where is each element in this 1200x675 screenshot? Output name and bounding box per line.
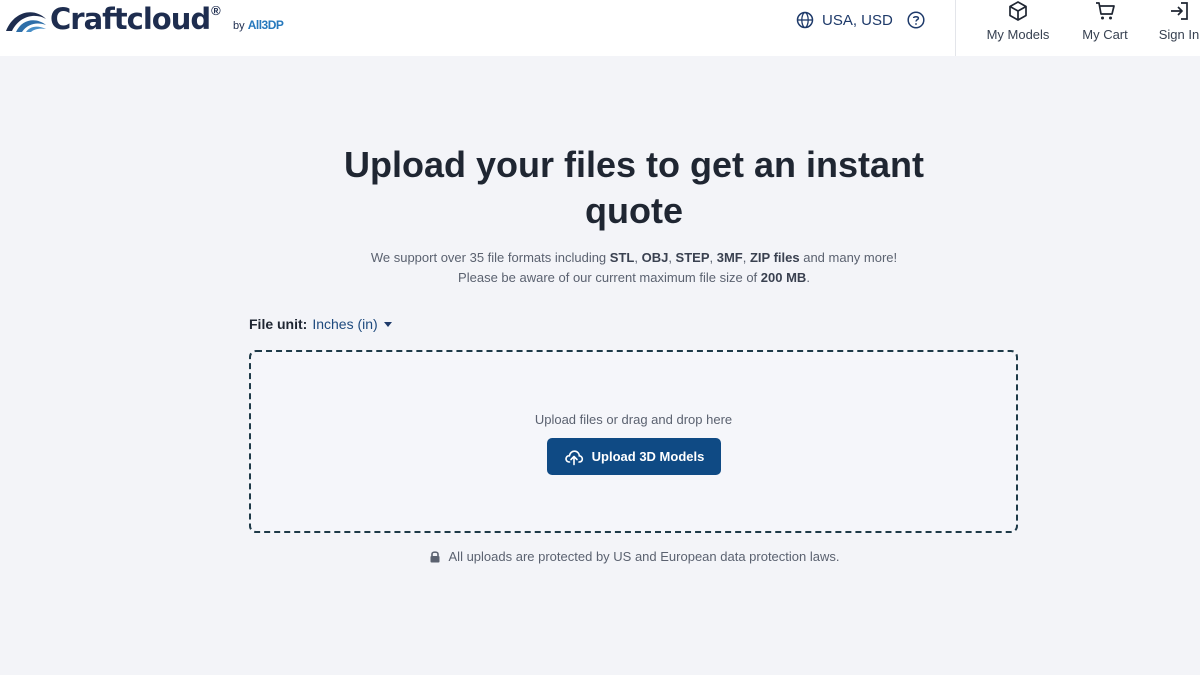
globe-icon [796,11,814,29]
cube-icon [1009,1,1027,21]
max-file-size: 200 MB [760,270,807,285]
supported-formats-info: We support over 35 file formats includin… [250,248,1018,288]
cart-icon [1096,2,1115,20]
upload-3d-models-button[interactable]: Upload 3D Models [547,438,721,475]
nav-my-cart-label: My Cart [1082,27,1128,42]
nav-sign-in[interactable]: Sign In [1154,0,1200,56]
formats-separator: , [668,250,676,265]
logo-text: Craftcloud [50,2,211,36]
page-title: Upload your files to get an instant quot… [343,144,925,231]
file-dropzone[interactable]: Upload files or drag and drop here Uploa… [249,350,1018,533]
formats-separator: , [709,250,717,265]
nav-my-models[interactable]: My Models [981,0,1055,56]
craftcloud-logo[interactable]: Craftcloud ® [4,2,221,36]
file-unit-dropdown[interactable]: Inches (in) [312,316,392,332]
lock-icon [430,551,440,563]
format-stl: STL [609,250,635,265]
supported-formats-line: We support over 35 file formats includin… [250,248,1018,268]
max-file-size-line: Please be aware of our current maximum f… [250,268,1018,288]
format-3mf: 3MF [716,250,743,265]
size-suffix: . [806,270,810,285]
nav-my-cart[interactable]: My Cart [1075,0,1135,56]
file-unit-selector: File unit: Inches (in) [249,316,392,332]
upload-cloud-icon [564,449,583,465]
format-obj: OBJ [641,250,669,265]
size-prefix: Please be aware of our current maximum f… [458,270,761,285]
formats-separator: , [742,250,750,265]
file-unit-label: File unit: [249,316,308,332]
file-unit-value: Inches (in) [312,316,378,332]
nav-divider [955,0,956,56]
help-icon[interactable] [907,11,925,29]
region-currency-selector[interactable]: USA, USD [796,10,893,30]
formats-prefix: We support over 35 file formats includin… [370,250,610,265]
top-header: Craftcloud ® by All3DP USA, USD My Model… [0,0,1200,56]
dropzone-text: Upload files or drag and drop here [534,412,733,427]
data-protection-note: All uploads are protected by US and Euro… [0,549,1200,564]
formats-suffix: and many more! [799,250,898,265]
caret-down-icon [383,321,392,327]
nav-sign-in-label: Sign In [1158,27,1200,42]
formats-separator: , [634,250,642,265]
format-zip: ZIP files [749,250,800,265]
nav-my-models-label: My Models [986,27,1050,42]
logo-brand-text: All3DP [247,18,284,32]
upload-button-label: Upload 3D Models [591,449,705,464]
logo-by-all3dp: by All3DP [233,18,284,32]
sign-in-icon [1171,2,1188,20]
logo-registered-mark: ® [211,3,221,18]
protection-text: All uploads are protected by US and Euro… [448,549,840,564]
craftcloud-logo-icon [6,12,46,32]
region-label: USA, USD [822,11,893,29]
logo-by-text: by [233,20,245,32]
format-step: STEP [675,250,710,265]
